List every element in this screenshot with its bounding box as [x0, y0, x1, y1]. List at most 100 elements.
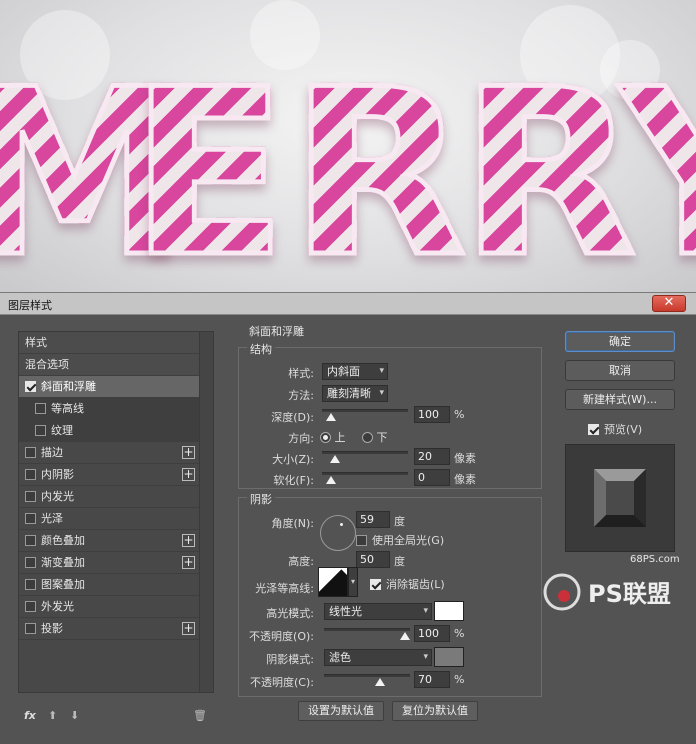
preview-checkbox[interactable]: 预览(V): [588, 421, 642, 437]
radio-up[interactable]: [320, 432, 331, 443]
ok-button[interactable]: 确定: [565, 331, 675, 352]
direction-down-radio[interactable]: 下: [362, 429, 388, 445]
checkbox-stroke[interactable]: [25, 447, 36, 458]
checkbox-satin[interactable]: [25, 513, 36, 524]
highlight-opacity-thumb[interactable]: [400, 632, 410, 640]
chevron-down-icon: ▾: [379, 388, 384, 398]
watermark-url: 68PS.com: [630, 554, 680, 565]
artwork-canvas: M E R R Y: [0, 0, 696, 292]
bevel-emboss-panel: 斜面和浮雕 结构 样式: 内斜面 ▾ 方法: 雕刻清晰 ▾ 深度(D): 100 %…: [230, 323, 552, 727]
highlight-opacity-unit: %: [454, 627, 465, 640]
checkbox-texture[interactable]: [35, 425, 46, 436]
shadow-opacity-slider[interactable]: [324, 674, 410, 677]
soften-slider-thumb[interactable]: [326, 476, 336, 484]
highlight-opacity-slider[interactable]: [324, 628, 410, 631]
depth-slider-thumb[interactable]: [326, 413, 336, 421]
radio-down[interactable]: [362, 432, 373, 443]
bevel-style-select[interactable]: 内斜面 ▾: [322, 363, 388, 380]
trash-icon[interactable]: 🗑: [193, 709, 207, 722]
checkbox-pattern-overlay[interactable]: [25, 579, 36, 590]
checkbox-outer-glow[interactable]: [25, 601, 36, 612]
checkbox-inner-shadow[interactable]: [25, 469, 36, 480]
soften-unit: 像素: [454, 473, 476, 486]
global-light-checkbox[interactable]: 使用全局光(G): [356, 532, 444, 548]
structure-title: 结构: [247, 341, 275, 357]
blending-options-item[interactable]: 混合选项: [19, 354, 199, 376]
technique-select[interactable]: 雕刻清晰 ▾: [322, 385, 388, 402]
close-button[interactable]: ✕: [652, 295, 686, 312]
move-up-icon[interactable]: ⬆: [48, 709, 57, 722]
angle-dial-handle[interactable]: [340, 523, 343, 526]
style-item-outer-glow[interactable]: 外发光: [19, 596, 199, 618]
shadow-color-swatch[interactable]: [434, 647, 464, 667]
style-item-color-overlay[interactable]: 颜色叠加 +: [19, 530, 199, 552]
size-label: 大小(Z):: [272, 453, 314, 466]
antialias-checkbox[interactable]: 消除锯齿(L): [370, 576, 445, 592]
make-default-button[interactable]: 设置为默认值: [298, 701, 384, 721]
checkbox-gradient-overlay[interactable]: [25, 557, 36, 568]
style-item-inner-shadow[interactable]: 内阴影 +: [19, 464, 199, 486]
checkbox-color-overlay[interactable]: [25, 535, 36, 546]
new-style-button[interactable]: 新建样式(W)...: [565, 389, 675, 410]
altitude-input[interactable]: 50: [356, 551, 390, 568]
highlight-color-swatch[interactable]: [434, 601, 464, 621]
style-item-stroke[interactable]: 描边 +: [19, 442, 199, 464]
move-down-icon[interactable]: ⬇: [70, 709, 79, 722]
checkbox-bevel-emboss[interactable]: [25, 381, 36, 392]
angle-input[interactable]: 59: [356, 511, 390, 528]
size-slider-thumb[interactable]: [330, 455, 340, 463]
fx-icon[interactable]: fx: [24, 709, 36, 722]
checkbox-drop-shadow[interactable]: [25, 623, 36, 634]
checkbox-inner-glow[interactable]: [25, 491, 36, 502]
style-item-pattern-overlay[interactable]: 图案叠加: [19, 574, 199, 596]
angle-dial[interactable]: [320, 515, 356, 551]
soften-label: 软化(F):: [273, 474, 314, 487]
shadow-opacity-input[interactable]: 70: [414, 671, 450, 688]
watermark: 68PS.com PS联盟: [538, 552, 688, 622]
checkbox-antialias[interactable]: [370, 579, 381, 590]
shadow-opacity-thumb[interactable]: [375, 678, 385, 686]
style-item-gradient-overlay[interactable]: 渐变叠加 +: [19, 552, 199, 574]
shadow-mode-label: 阴影模式:: [266, 653, 314, 666]
style-item-inner-glow[interactable]: 内发光: [19, 486, 199, 508]
dialog-titlebar[interactable]: 图层样式 ✕: [0, 293, 696, 315]
reset-default-button[interactable]: 复位为默认值: [392, 701, 478, 721]
depth-input[interactable]: 100: [414, 406, 450, 423]
size-slider[interactable]: [322, 451, 408, 454]
depth-slider[interactable]: [322, 409, 408, 412]
style-item-satin[interactable]: 光泽: [19, 508, 199, 530]
contour-dropdown[interactable]: ▾: [348, 567, 358, 597]
shadow-opacity-label: 不透明度(C):: [250, 676, 314, 689]
highlight-mode-select[interactable]: 线性光 ▾: [324, 603, 432, 620]
style-item-contour[interactable]: 等高线: [19, 398, 199, 420]
size-unit: 像素: [454, 452, 476, 465]
shadow-mode-select[interactable]: 滤色 ▾: [324, 649, 432, 666]
direction-label: 方向:: [288, 432, 314, 445]
add-gradient-overlay-icon[interactable]: +: [182, 556, 195, 569]
style-list-header[interactable]: 样式: [19, 332, 199, 354]
add-inner-shadow-icon[interactable]: +: [182, 468, 195, 481]
style-item-bevel-emboss[interactable]: 斜面和浮雕: [19, 376, 199, 398]
altitude-unit: 度: [394, 555, 405, 568]
checkbox-preview[interactable]: [588, 424, 599, 435]
add-drop-shadow-icon[interactable]: +: [182, 622, 195, 635]
size-input[interactable]: 20: [414, 448, 450, 465]
cancel-button[interactable]: 取消: [565, 360, 675, 381]
direction-up-radio[interactable]: 上: [320, 429, 346, 445]
close-icon: ✕: [663, 295, 675, 310]
soften-input[interactable]: 0: [414, 469, 450, 486]
soften-slider[interactable]: [322, 472, 408, 475]
checkbox-global-light[interactable]: [356, 535, 367, 546]
checkbox-contour[interactable]: [35, 403, 46, 414]
gloss-contour-swatch[interactable]: [318, 567, 348, 597]
candy-letter: R: [287, 41, 469, 292]
angle-label: 角度(N):: [271, 517, 314, 530]
style-item-texture[interactable]: 纹理: [19, 420, 199, 442]
preview-thumbnail: [594, 469, 646, 527]
candy-letter: R: [457, 41, 639, 292]
style-list-scrollbar[interactable]: [199, 332, 213, 692]
add-color-overlay-icon[interactable]: +: [182, 534, 195, 547]
style-item-drop-shadow[interactable]: 投影 +: [19, 618, 199, 640]
add-stroke-icon[interactable]: +: [182, 446, 195, 459]
highlight-opacity-input[interactable]: 100: [414, 625, 450, 642]
